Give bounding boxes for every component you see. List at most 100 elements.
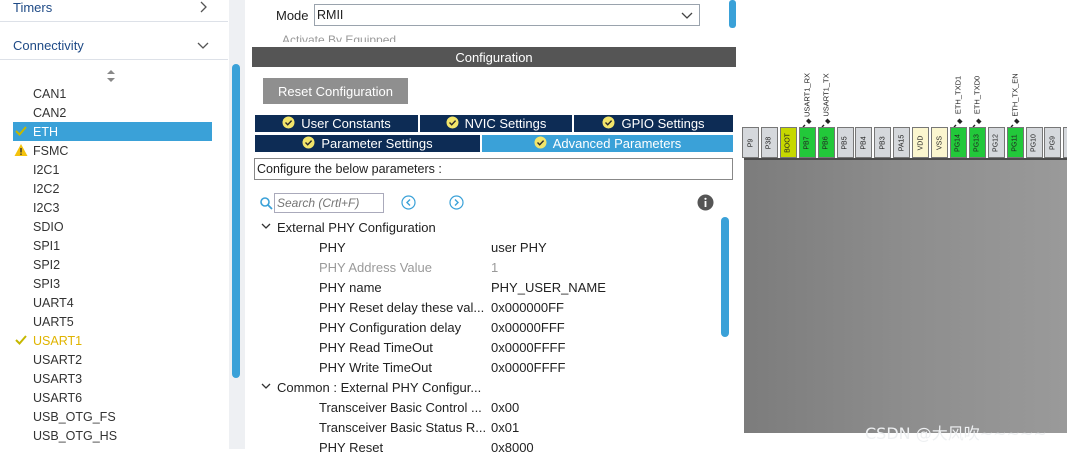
pin-pb3[interactable]: PB3 (874, 127, 892, 158)
sidebar-item-label: CAN2 (33, 105, 67, 120)
pin-pb7[interactable]: PB7 (798, 127, 816, 158)
parameter-value[interactable]: 0x0000FFFF (491, 360, 565, 375)
activate-checkbox-row[interactable]: Activate By Equipped (282, 34, 582, 42)
parameter-row[interactable]: PHY Configuration delay 0x00000FFF (319, 317, 719, 337)
pin-pg14[interactable]: PG14 (949, 127, 967, 158)
sidebar-item-eth[interactable]: ETH (13, 122, 212, 141)
sidebar-scrollbar-thumb[interactable] (232, 64, 240, 378)
tab-user-constants[interactable]: User Constants (254, 114, 419, 133)
parameter-row[interactable]: Transceiver Basic Control ... 0x00 (319, 397, 719, 417)
mode-select[interactable]: RMII (314, 4, 700, 26)
category-sidebar: Timers Connectivity CAN1 CAN2 ETH FSMC I2C1 I… (0, 0, 245, 449)
parameter-value[interactable]: 0x01 (491, 420, 519, 435)
sidebar-item-spi1[interactable]: SPI1 (13, 236, 212, 255)
pin-p38[interactable]: P38 (760, 127, 778, 158)
tab-label: Parameter Settings (321, 136, 433, 151)
parameter-value: 1 (491, 259, 499, 275)
parameter-value[interactable]: 0x00000FFF (491, 320, 565, 335)
pin-pg13[interactable]: PG13 (968, 127, 986, 158)
pin-pg9[interactable]: PG9 (1044, 127, 1062, 158)
mode-scrollbar-thumb[interactable] (729, 0, 736, 28)
pin-pb4[interactable]: PB4 (855, 127, 873, 158)
pin-pg11[interactable]: PG11 (1006, 127, 1024, 158)
pin-pg12[interactable]: PG12 (987, 127, 1005, 158)
pin-signal-text: ETH_TX_EN (1010, 73, 1020, 117)
search-input[interactable] (274, 193, 384, 213)
pin-boot[interactable]: BOOT (779, 127, 797, 158)
sidebar-item-sdio[interactable]: SDIO (13, 217, 212, 236)
parameter-value[interactable]: 0x8000 (491, 440, 534, 455)
tab-advanced-parameters[interactable]: Advanced Parameters (481, 134, 734, 153)
pin-pd7[interactable]: PD7 (1063, 127, 1067, 158)
parameter-row[interactable]: PHY Read TimeOut 0x0000FFFF (319, 337, 719, 357)
pin-p9[interactable]: P9 (742, 127, 759, 158)
sidebar-item-usart6[interactable]: USART6 (13, 388, 212, 407)
warning-icon (14, 143, 28, 157)
parameter-value[interactable]: 0x00 (491, 400, 519, 415)
reset-configuration-button[interactable]: Reset Configuration (263, 78, 408, 104)
sidebar-item-fsmc[interactable]: FSMC (13, 141, 212, 160)
pin-signal-text: USART1_RX (802, 72, 812, 118)
parameter-value[interactable]: PHY_USER_NAME (491, 280, 606, 295)
configuration-panel: Mode RMII Activate By Equipped Configura… (252, 0, 744, 455)
sidebar-item-uart4[interactable]: UART4 (13, 293, 212, 312)
pin-pa15[interactable]: PA15 (893, 127, 911, 158)
pin-signal-label: USART1_RX (801, 68, 813, 122)
sidebar-item-usart3[interactable]: USART3 (13, 369, 212, 388)
chevron-down-icon[interactable] (260, 380, 277, 395)
search-previous-icon[interactable] (401, 195, 416, 210)
parameter-group[interactable]: Common : External PHY Configur... (260, 377, 481, 397)
sidebar-item-i2c1[interactable]: I2C1 (13, 160, 212, 179)
sidebar-item-label: USB_OTG_FS (33, 409, 116, 424)
category-timers-label: Timers (13, 0, 53, 15)
parameter-value[interactable]: 0x000000FF (491, 300, 564, 315)
tab-nvic-settings[interactable]: NVIC Settings (419, 114, 573, 133)
sidebar-item-usart2[interactable]: USART2 (13, 350, 212, 369)
sidebar-item-spi2[interactable]: SPI2 (13, 255, 212, 274)
pin-pb6[interactable]: PB6 (817, 127, 835, 158)
configuration-title: Configuration (455, 49, 533, 65)
info-icon[interactable] (697, 194, 714, 211)
parameter-row[interactable]: PHY Write TimeOut 0x0000FFFF (319, 357, 719, 377)
pin-vdd[interactable]: VDD (912, 127, 930, 158)
pin-vss[interactable]: VSS (931, 127, 948, 158)
pin-label: PG10 (1030, 133, 1038, 152)
parameter-row[interactable]: PHY name PHY_USER_NAME (319, 277, 719, 297)
sidebar-item-usb_otg_fs[interactable]: USB_OTG_FS (13, 407, 212, 426)
parameter-row[interactable]: PHY Reset delay these val... 0x000000FF (319, 297, 719, 317)
parameter-row[interactable]: PHY user PHY (319, 237, 719, 257)
chevron-down-icon[interactable] (260, 220, 277, 235)
parameter-group[interactable]: External PHY Configuration (260, 217, 436, 237)
sidebar-item-usb_otg_hs[interactable]: USB_OTG_HS (13, 426, 212, 445)
parameter-row[interactable]: PHY Address Value 1 (319, 257, 719, 277)
sidebar-item-uart5[interactable]: UART5 (13, 312, 212, 331)
sidebar-item-i2c2[interactable]: I2C2 (13, 179, 212, 198)
pin-pg10[interactable]: PG10 (1025, 127, 1043, 158)
category-connectivity-label: Connectivity (13, 38, 84, 53)
sidebar-item-label: SDIO (33, 219, 64, 234)
search-next-icon[interactable] (449, 195, 464, 210)
chevron-right-icon (200, 1, 207, 13)
pin-pb5[interactable]: PB5 (836, 127, 854, 158)
pin-label: PG12 (992, 133, 1000, 152)
category-connectivity[interactable]: Connectivity (0, 32, 228, 60)
pin-label: VDD (917, 135, 925, 150)
sidebar-item-i2c3[interactable]: I2C3 (13, 198, 212, 217)
category-timers[interactable]: Timers (0, 0, 228, 22)
sidebar-item-usart1[interactable]: USART1 (13, 331, 212, 350)
sidebar-item-label: I2C1 (33, 162, 60, 177)
tab-gpio-settings[interactable]: GPIO Settings (573, 114, 734, 133)
sort-icon[interactable] (106, 70, 116, 82)
parameter-value[interactable]: 0x0000FFFF (491, 340, 565, 355)
pin-label: PG13 (973, 133, 981, 152)
parameter-row[interactable]: Transceiver Basic Status R... 0x01 (319, 417, 719, 437)
parameter-row[interactable]: PHY Reset 0x8000 (319, 437, 719, 457)
parameter-scrollbar-thumb[interactable] (721, 217, 729, 337)
pin-signal-label: USART1_TX (820, 68, 832, 122)
sidebar-item-can1[interactable]: CAN1 (13, 84, 212, 103)
parameter-value[interactable]: user PHY (491, 240, 547, 255)
sidebar-item-can2[interactable]: CAN2 (13, 103, 212, 122)
tab-parameter-settings[interactable]: Parameter Settings (254, 134, 481, 153)
check-circle-icon (302, 136, 321, 152)
sidebar-item-spi3[interactable]: SPI3 (13, 274, 212, 293)
